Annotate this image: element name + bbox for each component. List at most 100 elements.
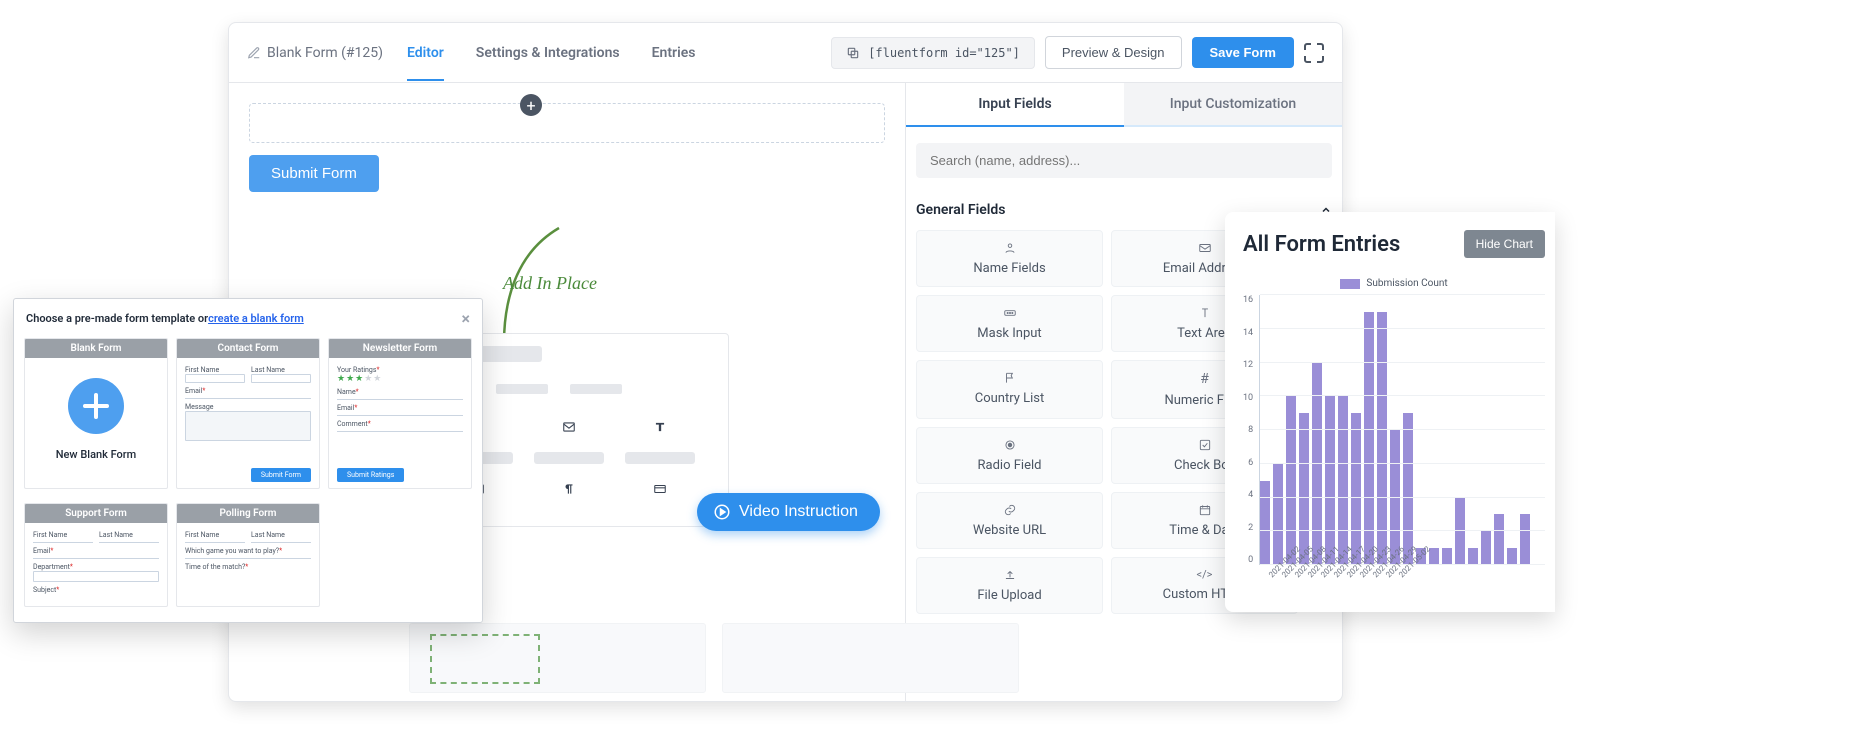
bar[interactable] xyxy=(1325,396,1335,565)
bars xyxy=(1260,295,1545,565)
text-icon xyxy=(1198,306,1212,320)
pencil-icon xyxy=(247,46,261,60)
add-field-dot[interactable]: + xyxy=(520,94,542,116)
field-mask-input[interactable]: Mask Input xyxy=(916,295,1103,352)
close-icon[interactable]: × xyxy=(462,309,471,328)
radio-icon xyxy=(1003,438,1017,452)
tpl-last-name: Last Name xyxy=(251,531,311,539)
template-card-support[interactable]: Support Form First Name Last Name Email … xyxy=(24,503,168,607)
bar[interactable] xyxy=(1481,531,1491,565)
template-card-head: Support Form xyxy=(25,504,167,523)
field-radio-field[interactable]: Radio Field xyxy=(916,427,1103,484)
text-icon xyxy=(653,420,667,434)
tpl-subject: Subject xyxy=(33,586,159,594)
shortcode-text: [fluentform id="125"] xyxy=(868,46,1020,60)
tpl-time-question: Time of the match? xyxy=(185,563,311,571)
editor-main-tabs: Editor Settings & Integrations Entries xyxy=(407,25,695,81)
editor-topbar: Blank Form (#125) Editor Settings & Inte… xyxy=(229,23,1342,83)
bar[interactable] xyxy=(1507,548,1517,565)
bar[interactable] xyxy=(1364,312,1374,565)
tpl-email: Email xyxy=(33,547,159,555)
tab-input-fields[interactable]: Input Fields xyxy=(906,83,1124,127)
code-icon: </> xyxy=(1197,568,1213,581)
template-card-blank[interactable]: Blank Form New Blank Form xyxy=(24,338,168,489)
field-search-input[interactable] xyxy=(916,143,1332,178)
check-icon xyxy=(1198,438,1212,452)
tpl-last-name: Last Name xyxy=(99,531,159,539)
preview-design-button[interactable]: Preview & Design xyxy=(1045,36,1182,69)
plus-circle-icon xyxy=(68,378,124,434)
template-card-head: Polling Form xyxy=(177,504,319,523)
field-file-upload[interactable]: File Upload xyxy=(916,557,1103,614)
bar[interactable] xyxy=(1377,312,1387,565)
tpl-comment: Comment xyxy=(337,420,463,428)
mask-icon xyxy=(1003,306,1017,320)
create-blank-form-link[interactable]: create a blank form xyxy=(208,312,304,325)
bar[interactable] xyxy=(1260,481,1270,565)
template-card-head: Contact Form xyxy=(177,339,319,358)
bar[interactable] xyxy=(1520,514,1530,565)
video-instruction-button[interactable]: Video Instruction xyxy=(697,493,880,531)
tpl-message: Message xyxy=(185,403,311,411)
tpl-rating-label: Your Ratings xyxy=(337,366,463,374)
tab-settings[interactable]: Settings & Integrations xyxy=(476,25,620,81)
tpl-name: Name xyxy=(337,388,463,396)
bar[interactable] xyxy=(1442,548,1452,565)
bar[interactable] xyxy=(1455,498,1465,566)
bar[interactable] xyxy=(1273,464,1283,565)
tab-entries[interactable]: Entries xyxy=(652,25,696,81)
entries-chart-panel: All Form Entries Hide Chart Submission C… xyxy=(1225,212,1555,612)
tab-input-customization[interactable]: Input Customization xyxy=(1124,83,1342,125)
legend-label: Submission Count xyxy=(1366,278,1447,289)
annotation-text: Add In Place xyxy=(503,273,597,294)
chart-area: 1614121086420 xyxy=(1243,295,1545,565)
field-website-url[interactable]: Website URL xyxy=(916,492,1103,549)
fullscreen-icon[interactable] xyxy=(1304,43,1324,63)
shortcode-box[interactable]: [fluentform id="125"] xyxy=(831,37,1035,69)
bars-wrap xyxy=(1259,295,1545,565)
envelope-icon xyxy=(562,420,576,434)
template-card-polling[interactable]: Polling Form First Name Last Name Which … xyxy=(176,503,320,607)
bar[interactable] xyxy=(1403,413,1413,565)
card-icon xyxy=(653,482,667,496)
bar[interactable] xyxy=(1494,514,1504,565)
bar[interactable] xyxy=(1299,413,1309,565)
template-title-text: Choose a pre-made form template or xyxy=(26,312,208,325)
mail-icon xyxy=(1198,241,1212,255)
tab-editor[interactable]: Editor xyxy=(407,25,444,81)
bar[interactable] xyxy=(1338,396,1348,565)
field-name-fields[interactable]: Name Fields xyxy=(916,230,1103,287)
tpl-last-name: Last Name xyxy=(251,366,311,374)
bar[interactable] xyxy=(1468,548,1478,565)
editor-actions: [fluentform id="125"] Preview & Design S… xyxy=(831,36,1324,69)
template-card-newsletter[interactable]: Newsletter Form Your Ratings ★★★★★ Name … xyxy=(328,338,472,489)
drop-zone[interactable]: + xyxy=(249,103,885,143)
template-card-contact[interactable]: Contact Form First Name Last Name Email … xyxy=(176,338,320,489)
upload-icon xyxy=(1003,568,1017,582)
hide-chart-button[interactable]: Hide Chart xyxy=(1464,230,1545,258)
template-card-head: Newsletter Form xyxy=(329,339,471,358)
bar[interactable] xyxy=(1351,413,1361,565)
tpl-first-name: First Name xyxy=(33,531,93,539)
save-form-button[interactable]: Save Form xyxy=(1192,37,1294,68)
play-circle-icon xyxy=(713,503,731,521)
field-country-list[interactable]: Country List xyxy=(916,360,1103,419)
user-icon xyxy=(1003,241,1017,255)
tpl-submit-button: Submit Form xyxy=(251,468,311,482)
video-instruction-label: Video Instruction xyxy=(739,503,858,521)
y-axis: 1614121086420 xyxy=(1243,295,1259,565)
tpl-poll-question: Which game you want to play? xyxy=(185,547,311,555)
calendar-icon xyxy=(1198,503,1212,517)
x-axis: 2021-04-022021-04-052021-04-082021-04-11… xyxy=(1243,565,1545,582)
form-name-text: Blank Form (#125) xyxy=(267,45,383,61)
template-picker-modal: Choose a pre-made form template or creat… xyxy=(13,298,483,623)
bar[interactable] xyxy=(1312,363,1322,566)
general-fields-label: General Fields xyxy=(916,202,1005,218)
bar[interactable] xyxy=(1286,396,1296,565)
tpl-department: Department xyxy=(33,563,159,571)
hash-icon: # xyxy=(1200,371,1209,387)
form-name[interactable]: Blank Form (#125) xyxy=(247,45,383,61)
tpl-email: Email xyxy=(337,404,463,412)
tpl-first-name: First Name xyxy=(185,366,245,374)
submit-form-button[interactable]: Submit Form xyxy=(249,155,379,192)
